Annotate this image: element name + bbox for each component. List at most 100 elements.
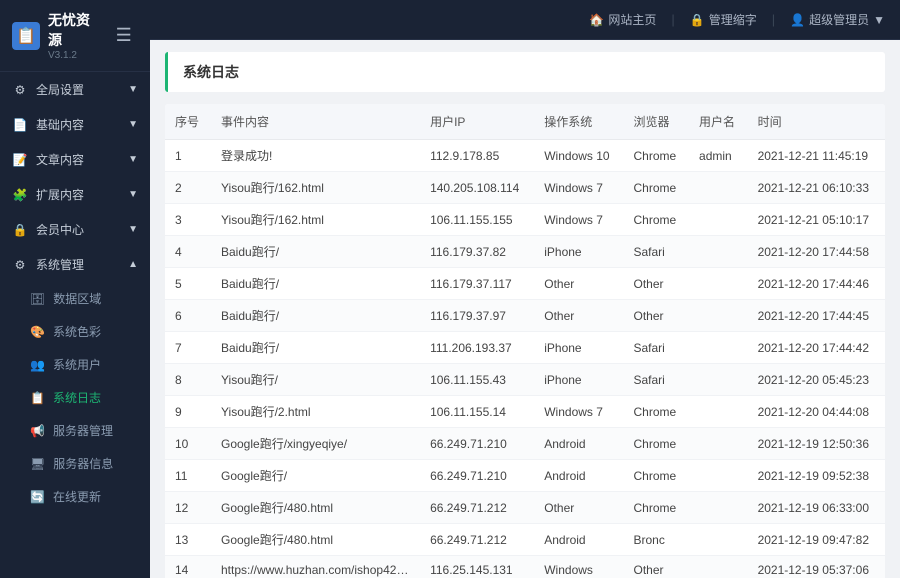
update-icon: 🔄 xyxy=(30,490,45,504)
ad-icon: 📢 xyxy=(30,424,45,438)
cell-event: Google跑行/480.html xyxy=(211,492,420,524)
article-icon: 📝 xyxy=(12,153,28,167)
cell-id: 5 xyxy=(165,268,211,300)
cell-ip: 66.249.71.212 xyxy=(420,492,534,524)
cell-user: admin xyxy=(689,140,748,172)
cell-os: iPhone xyxy=(534,236,623,268)
cell-user xyxy=(689,396,748,428)
sidebar-sub-item-system-log[interactable]: 📋 系统日志 xyxy=(0,381,150,414)
cell-browser: Other xyxy=(623,268,689,300)
col-os: 操作系统 xyxy=(534,104,623,140)
chevron-down-icon: ▼ xyxy=(128,84,138,95)
table-row: 14 https://www.huzhan.com/ishop42849 116… xyxy=(165,556,885,578)
cell-ip: 111.206.193.37 xyxy=(420,332,534,364)
lock-icon: 🔒 xyxy=(12,223,28,237)
cell-time: 2021-12-20 17:44:58 xyxy=(748,236,885,268)
cell-user xyxy=(689,332,748,364)
cell-event: Google跑行/xingyeqiye/ xyxy=(211,428,420,460)
cell-browser: Safari xyxy=(623,364,689,396)
cell-browser: Safari xyxy=(623,332,689,364)
sidebar-item-system-mgmt[interactable]: ⚙ 系统管理 ▲ xyxy=(0,247,150,282)
lock-icon: 🔒 xyxy=(690,13,705,27)
cell-time: 2021-12-20 05:45:23 xyxy=(748,364,885,396)
cell-user xyxy=(689,460,748,492)
cell-user xyxy=(689,236,748,268)
table-row: 3 Yisou跑行/162.html 106.11.155.155 Window… xyxy=(165,204,885,236)
cell-ip: 140.205.108.114 xyxy=(420,172,534,204)
sidebar-sub-item-ad-mgmt[interactable]: 📢 服务器管理 xyxy=(0,414,150,447)
sidebar-item-basic-content[interactable]: 📄 基础内容 ▼ xyxy=(0,107,150,142)
app-logo-icon: 📋 xyxy=(12,22,40,50)
table-row: 2 Yisou跑行/162.html 140.205.108.114 Windo… xyxy=(165,172,885,204)
cell-time: 2021-12-20 17:44:46 xyxy=(748,268,885,300)
col-ip: 用户IP xyxy=(420,104,534,140)
cell-browser: Chrome xyxy=(623,172,689,204)
cell-id: 2 xyxy=(165,172,211,204)
table-row: 8 Yisou跑行/ 106.11.155.43 iPhone Safari 2… xyxy=(165,364,885,396)
document-icon: 📄 xyxy=(12,118,28,132)
sidebar-toggle-button[interactable]: ☰ xyxy=(109,21,138,51)
topbar-home-link[interactable]: 🏠 网站主页 xyxy=(589,11,656,28)
main-area: 🏠 网站主页 | 🔒 管理缩字 | 👤 超级管理员 ▼ 系统日志 序号 xyxy=(150,0,900,578)
cell-event: Baidu跑行/ xyxy=(211,236,420,268)
chevron-down-icon: ▼ xyxy=(128,119,138,130)
cell-user xyxy=(689,204,748,236)
cell-browser: Other xyxy=(623,300,689,332)
cell-id: 12 xyxy=(165,492,211,524)
cell-os: Android xyxy=(534,524,623,556)
table-row: 13 Google跑行/480.html 66.249.71.212 Andro… xyxy=(165,524,885,556)
table-row: 4 Baidu跑行/ 116.179.37.82 iPhone Safari 2… xyxy=(165,236,885,268)
table-row: 9 Yisou跑行/2.html 106.11.155.14 Windows 7… xyxy=(165,396,885,428)
cell-user xyxy=(689,428,748,460)
chevron-down-icon: ▼ xyxy=(128,154,138,165)
cell-os: Other xyxy=(534,268,623,300)
cell-id: 13 xyxy=(165,524,211,556)
cell-ip: 116.179.37.82 xyxy=(420,236,534,268)
sidebar-sub-item-data-region[interactable]: 🗄 数据区域 xyxy=(0,282,150,315)
cell-id: 8 xyxy=(165,364,211,396)
cell-ip: 112.9.178.85 xyxy=(420,140,534,172)
cell-event: https://www.huzhan.com/ishop42849 xyxy=(211,556,420,578)
cell-os: Windows 10 xyxy=(534,140,623,172)
cell-id: 3 xyxy=(165,204,211,236)
sidebar-item-article-content[interactable]: 📝 文章内容 ▼ xyxy=(0,142,150,177)
table-row: 6 Baidu跑行/ 116.179.37.97 Other Other 202… xyxy=(165,300,885,332)
cell-time: 2021-12-19 05:37:06 xyxy=(748,556,885,578)
cell-time: 2021-12-21 06:10:33 xyxy=(748,172,885,204)
cell-browser: Other xyxy=(623,556,689,578)
sidebar-item-member-center[interactable]: 🔒 会员中心 ▼ xyxy=(0,212,150,247)
log-table-container: 序号 事件内容 用户IP 操作系统 浏览器 用户名 时间 1 登录成功! 112… xyxy=(165,104,885,578)
cell-ip: 116.179.37.117 xyxy=(420,268,534,300)
sidebar-item-global-settings[interactable]: ⚙ 全局设置 ▼ xyxy=(0,72,150,107)
cell-os: iPhone xyxy=(534,332,623,364)
gear-icon: ⚙ xyxy=(12,258,28,272)
sidebar-sub-item-server-info[interactable]: 🖥 服务器信息 xyxy=(0,447,150,480)
cell-id: 14 xyxy=(165,556,211,578)
cell-ip: 66.249.71.212 xyxy=(420,524,534,556)
palette-icon: 🎨 xyxy=(30,325,45,339)
dropdown-icon: ▼ xyxy=(873,13,885,27)
sidebar-sub-item-system-user[interactable]: 👥 系统用户 xyxy=(0,348,150,381)
sidebar: 📋 无忧资源 V3.1.2 ☰ ⚙ 全局设置 ▼ 📄 基础内容 ▼ 📝 文章内容… xyxy=(0,0,150,578)
cell-time: 2021-12-21 05:10:17 xyxy=(748,204,885,236)
sidebar-sub-item-system-color[interactable]: 🎨 系统色彩 xyxy=(0,315,150,348)
cell-browser: Chrome xyxy=(623,396,689,428)
cell-event: Yisou跑行/2.html xyxy=(211,396,420,428)
cell-os: iPhone xyxy=(534,364,623,396)
table-row: 10 Google跑行/xingyeqiye/ 66.249.71.210 An… xyxy=(165,428,885,460)
cell-browser: Chrome xyxy=(623,492,689,524)
sidebar-item-extended-content[interactable]: 🧩 扩展内容 ▼ xyxy=(0,177,150,212)
app-version: V3.1.2 xyxy=(48,50,101,61)
table-body: 1 登录成功! 112.9.178.85 Windows 10 Chrome a… xyxy=(165,140,885,578)
cell-event: 登录成功! xyxy=(211,140,420,172)
cell-ip: 106.11.155.14 xyxy=(420,396,534,428)
topbar: 🏠 网站主页 | 🔒 管理缩字 | 👤 超级管理员 ▼ xyxy=(150,0,900,40)
cell-event: Baidu跑行/ xyxy=(211,332,420,364)
topbar-manager-link[interactable]: 🔒 管理缩字 xyxy=(690,11,757,28)
cell-user xyxy=(689,172,748,204)
sidebar-sub-item-online-update[interactable]: 🔄 在线更新 xyxy=(0,480,150,513)
settings-icon: ⚙ xyxy=(12,83,28,97)
col-browser: 浏览器 xyxy=(623,104,689,140)
topbar-admin-link[interactable]: 👤 超级管理员 ▼ xyxy=(790,11,885,28)
page-title-bar: 系统日志 xyxy=(165,52,885,92)
